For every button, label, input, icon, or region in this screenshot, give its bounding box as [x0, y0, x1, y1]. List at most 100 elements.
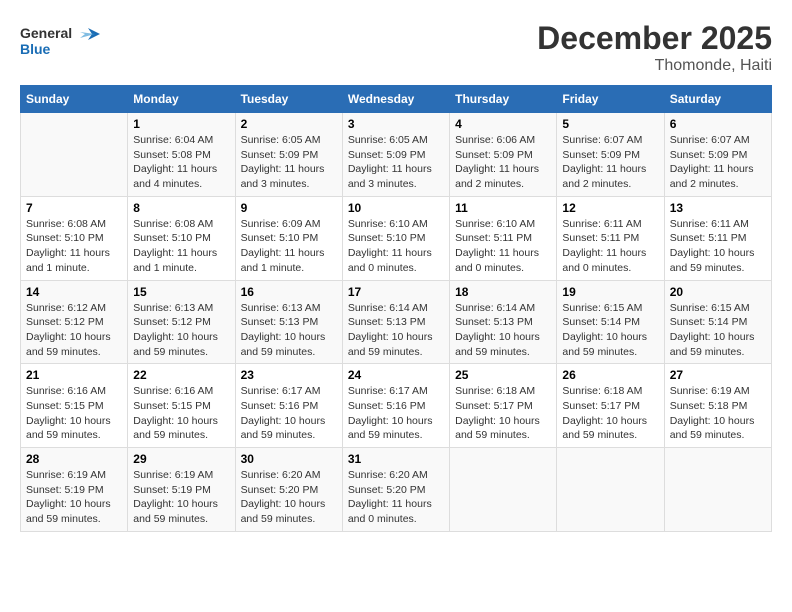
week-row-3: 14 Sunrise: 6:12 AM Sunset: 5:12 PM Dayli… — [21, 280, 772, 364]
day-number: 19 — [562, 285, 658, 299]
calendar-cell: 23 Sunrise: 6:17 AM Sunset: 5:16 PM Dayli… — [235, 364, 342, 448]
day-number: 7 — [26, 201, 122, 215]
calendar-cell: 7 Sunrise: 6:08 AM Sunset: 5:10 PM Daylig… — [21, 196, 128, 280]
calendar-table: SundayMondayTuesdayWednesdayThursdayFrid… — [20, 85, 772, 532]
week-row-2: 7 Sunrise: 6:08 AM Sunset: 5:10 PM Daylig… — [21, 196, 772, 280]
day-number: 18 — [455, 285, 551, 299]
week-row-4: 21Sunrise: 6:16 AM Sunset: 5:15 PM Dayli… — [21, 364, 772, 448]
weekday-header-wednesday: Wednesday — [342, 86, 449, 113]
calendar-cell: 19 Sunrise: 6:15 AM Sunset: 5:14 PM Dayli… — [557, 280, 664, 364]
day-number: 12 — [562, 201, 658, 215]
day-info: Sunrise: 6:06 AM Sunset: 5:09 PM Dayligh… — [455, 133, 551, 192]
calendar-cell — [664, 448, 771, 532]
day-number: 11 — [455, 201, 551, 215]
calendar-cell: 26 Sunrise: 6:18 AM Sunset: 5:17 PM Dayli… — [557, 364, 664, 448]
calendar-cell: 2 Sunrise: 6:05 AM Sunset: 5:09 PM Daylig… — [235, 113, 342, 197]
calendar-cell: 22 Sunrise: 6:16 AM Sunset: 5:15 PM Dayli… — [128, 364, 235, 448]
title-block: December 2025 Thomonde, Haiti — [537, 20, 772, 75]
day-info: Sunrise: 6:15 AM Sunset: 5:14 PM Dayligh… — [562, 301, 658, 360]
day-info: Sunrise: 6:05 AM Sunset: 5:09 PM Dayligh… — [348, 133, 444, 192]
day-number: 15 — [133, 285, 229, 299]
calendar-cell: 10Sunrise: 6:10 AM Sunset: 5:10 PM Dayli… — [342, 196, 449, 280]
calendar-cell: 9Sunrise: 6:09 AM Sunset: 5:10 PM Daylig… — [235, 196, 342, 280]
day-info: Sunrise: 6:14 AM Sunset: 5:13 PM Dayligh… — [348, 301, 444, 360]
day-info: Sunrise: 6:19 AM Sunset: 5:19 PM Dayligh… — [133, 468, 229, 527]
main-title: December 2025 — [537, 20, 772, 57]
calendar-cell: 12 Sunrise: 6:11 AM Sunset: 5:11 PM Dayli… — [557, 196, 664, 280]
day-number: 13 — [670, 201, 766, 215]
calendar-cell: 3 Sunrise: 6:05 AM Sunset: 5:09 PM Daylig… — [342, 113, 449, 197]
calendar-cell: 27 Sunrise: 6:19 AM Sunset: 5:18 PM Dayli… — [664, 364, 771, 448]
day-info: Sunrise: 6:16 AM Sunset: 5:15 PM Dayligh… — [26, 384, 122, 443]
day-info: Sunrise: 6:11 AM Sunset: 5:11 PM Dayligh… — [670, 217, 766, 276]
day-info: Sunrise: 6:08 AM Sunset: 5:10 PM Dayligh… — [133, 217, 229, 276]
calendar-cell: 4 Sunrise: 6:06 AM Sunset: 5:09 PM Daylig… — [450, 113, 557, 197]
calendar-cell: 6 Sunrise: 6:07 AM Sunset: 5:09 PM Daylig… — [664, 113, 771, 197]
calendar-cell: 18 Sunrise: 6:14 AM Sunset: 5:13 PM Dayli… — [450, 280, 557, 364]
calendar-cell: 25Sunrise: 6:18 AM Sunset: 5:17 PM Dayli… — [450, 364, 557, 448]
day-info: Sunrise: 6:15 AM Sunset: 5:14 PM Dayligh… — [670, 301, 766, 360]
day-number: 27 — [670, 368, 766, 382]
day-info: Sunrise: 6:04 AM Sunset: 5:08 PM Dayligh… — [133, 133, 229, 192]
day-number: 23 — [241, 368, 337, 382]
day-info: Sunrise: 6:19 AM Sunset: 5:18 PM Dayligh… — [670, 384, 766, 443]
day-number: 22 — [133, 368, 229, 382]
day-number: 9 — [241, 201, 337, 215]
day-info: Sunrise: 6:20 AM Sunset: 5:20 PM Dayligh… — [241, 468, 337, 527]
calendar-cell: 13 Sunrise: 6:11 AM Sunset: 5:11 PM Dayli… — [664, 196, 771, 280]
day-number: 6 — [670, 117, 766, 131]
day-info: Sunrise: 6:13 AM Sunset: 5:13 PM Dayligh… — [241, 301, 337, 360]
day-number: 14 — [26, 285, 122, 299]
calendar-cell: 29 Sunrise: 6:19 AM Sunset: 5:19 PM Dayli… — [128, 448, 235, 532]
day-info: Sunrise: 6:13 AM Sunset: 5:12 PM Dayligh… — [133, 301, 229, 360]
page-header: General Blue December 2025 Thomonde, Hai… — [20, 20, 772, 75]
day-info: Sunrise: 6:20 AM Sunset: 5:20 PM Dayligh… — [348, 468, 444, 527]
day-info: Sunrise: 6:10 AM Sunset: 5:11 PM Dayligh… — [455, 217, 551, 276]
svg-text:Blue: Blue — [20, 41, 51, 57]
day-number: 30 — [241, 452, 337, 466]
calendar-cell: 30 Sunrise: 6:20 AM Sunset: 5:20 PM Dayli… — [235, 448, 342, 532]
calendar-cell: 14 Sunrise: 6:12 AM Sunset: 5:12 PM Dayli… — [21, 280, 128, 364]
calendar-cell: 16 Sunrise: 6:13 AM Sunset: 5:13 PM Dayli… — [235, 280, 342, 364]
weekday-header-monday: Monday — [128, 86, 235, 113]
logo: General Blue — [20, 20, 100, 60]
day-number: 1 — [133, 117, 229, 131]
calendar-cell: 8 Sunrise: 6:08 AM Sunset: 5:10 PM Daylig… — [128, 196, 235, 280]
day-number: 29 — [133, 452, 229, 466]
day-number: 26 — [562, 368, 658, 382]
weekday-header-tuesday: Tuesday — [235, 86, 342, 113]
day-number: 20 — [670, 285, 766, 299]
calendar-cell — [557, 448, 664, 532]
day-info: Sunrise: 6:11 AM Sunset: 5:11 PM Dayligh… — [562, 217, 658, 276]
day-number: 25 — [455, 368, 551, 382]
calendar-cell — [450, 448, 557, 532]
calendar-cell: 11 Sunrise: 6:10 AM Sunset: 5:11 PM Dayli… — [450, 196, 557, 280]
weekday-header-friday: Friday — [557, 86, 664, 113]
day-info: Sunrise: 6:14 AM Sunset: 5:13 PM Dayligh… — [455, 301, 551, 360]
day-info: Sunrise: 6:10 AM Sunset: 5:10 PM Dayligh… — [348, 217, 444, 276]
calendar-cell: 17Sunrise: 6:14 AM Sunset: 5:13 PM Dayli… — [342, 280, 449, 364]
calendar-cell: 21Sunrise: 6:16 AM Sunset: 5:15 PM Dayli… — [21, 364, 128, 448]
day-info: Sunrise: 6:08 AM Sunset: 5:10 PM Dayligh… — [26, 217, 122, 276]
day-number: 28 — [26, 452, 122, 466]
calendar-cell: 1 Sunrise: 6:04 AM Sunset: 5:08 PM Daylig… — [128, 113, 235, 197]
day-info: Sunrise: 6:17 AM Sunset: 5:16 PM Dayligh… — [348, 384, 444, 443]
day-info: Sunrise: 6:12 AM Sunset: 5:12 PM Dayligh… — [26, 301, 122, 360]
day-info: Sunrise: 6:05 AM Sunset: 5:09 PM Dayligh… — [241, 133, 337, 192]
svg-text:General: General — [20, 25, 72, 41]
day-number: 2 — [241, 117, 337, 131]
day-number: 16 — [241, 285, 337, 299]
day-info: Sunrise: 6:07 AM Sunset: 5:09 PM Dayligh… — [670, 133, 766, 192]
day-number: 4 — [455, 117, 551, 131]
day-number: 3 — [348, 117, 444, 131]
day-info: Sunrise: 6:17 AM Sunset: 5:16 PM Dayligh… — [241, 384, 337, 443]
weekday-header-saturday: Saturday — [664, 86, 771, 113]
calendar-cell: 5Sunrise: 6:07 AM Sunset: 5:09 PM Daylig… — [557, 113, 664, 197]
week-row-1: 1 Sunrise: 6:04 AM Sunset: 5:08 PM Daylig… — [21, 113, 772, 197]
calendar-cell: 20 Sunrise: 6:15 AM Sunset: 5:14 PM Dayli… — [664, 280, 771, 364]
day-info: Sunrise: 6:18 AM Sunset: 5:17 PM Dayligh… — [562, 384, 658, 443]
day-info: Sunrise: 6:19 AM Sunset: 5:19 PM Dayligh… — [26, 468, 122, 527]
day-info: Sunrise: 6:16 AM Sunset: 5:15 PM Dayligh… — [133, 384, 229, 443]
day-info: Sunrise: 6:07 AM Sunset: 5:09 PM Dayligh… — [562, 133, 658, 192]
day-number: 8 — [133, 201, 229, 215]
